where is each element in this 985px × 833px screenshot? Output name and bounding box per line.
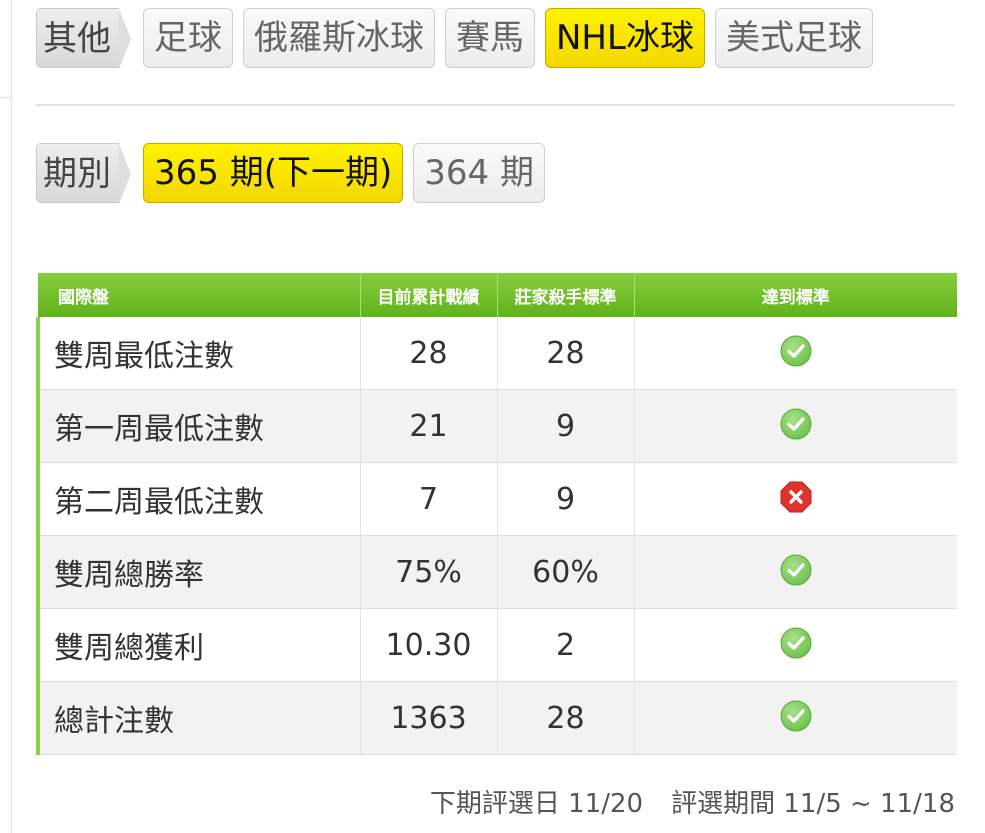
standard-value: 9 [497, 462, 635, 536]
footer-dates: 下期評選日 11/20 評選期間 11/5 ~ 11/18 [430, 783, 955, 820]
status-cell [634, 462, 957, 536]
period-tabs: 期別 365 期(下一期) 364 期 [36, 143, 545, 204]
stats-table: 國際盤 目前累計戰績 莊家殺手標準 達到標準 雙周最低注數 28 28 第一周最低注數… [36, 273, 957, 755]
row-label: 雙周總獲利 [36, 608, 361, 682]
standard-value: 28 [497, 681, 635, 755]
status-cell [634, 535, 957, 609]
period-tabs-label: 期別 [36, 143, 131, 204]
page-border [11, 0, 12, 833]
current-value: 7 [360, 462, 498, 536]
current-value: 1363 [360, 681, 498, 755]
row-label: 第二周最低注數 [36, 462, 361, 536]
divider [36, 104, 955, 106]
standard-value: 2 [497, 608, 635, 682]
header-current-record: 目前累計戰績 [360, 273, 498, 317]
tab-american-football[interactable]: 美式足球 [714, 8, 873, 68]
tab-soccer[interactable]: 足球 [143, 8, 233, 68]
row-label: 總計注數 [36, 681, 361, 755]
table-row: 第二周最低注數 7 9 [36, 462, 957, 536]
standard-value: 60% [497, 535, 635, 609]
status-cell [634, 317, 957, 390]
header-meets-standard: 達到標準 [634, 273, 957, 317]
table-row: 第一周最低注數 21 9 [36, 389, 957, 463]
table-row: 總計注數 1363 28 [36, 681, 957, 755]
table-row: 雙周總獲利 10.30 2 [36, 608, 957, 682]
sport-tabs: 其他 足球 俄羅斯冰球 賽馬 NHL冰球 美式足球 [36, 8, 873, 69]
header-banker-killer-standard: 莊家殺手標準 [497, 273, 635, 317]
table-row: 雙周總勝率 75% 60% [36, 535, 957, 609]
tab-nhl-hockey[interactable]: NHL冰球 [545, 8, 705, 68]
tab-period-365[interactable]: 365 期(下一期) [143, 143, 404, 203]
check-icon [780, 554, 812, 594]
current-value: 21 [360, 389, 498, 463]
check-icon [780, 700, 812, 740]
status-cell [634, 608, 957, 682]
current-value: 75% [360, 535, 498, 609]
row-label: 第一周最低注數 [36, 389, 361, 463]
table-header-row: 國際盤 目前累計戰績 莊家殺手標準 達到標準 [38, 273, 957, 317]
selection-period: 評選期間 11/5 ~ 11/18 [671, 789, 955, 819]
next-selection-date: 下期評選日 11/20 [429, 789, 644, 819]
current-value: 28 [360, 317, 498, 390]
status-cell [634, 389, 957, 463]
check-icon [780, 408, 812, 448]
cross-icon [780, 481, 812, 521]
page-border-tick [0, 97, 11, 98]
check-icon [780, 335, 812, 375]
standard-value: 9 [497, 389, 635, 463]
check-icon [780, 627, 812, 667]
status-cell [634, 681, 957, 755]
tab-period-364[interactable]: 364 期 [413, 143, 545, 203]
header-handicap: 國際盤 [38, 273, 361, 317]
tab-russian-hockey[interactable]: 俄羅斯冰球 [243, 8, 435, 68]
sport-tabs-label: 其他 [36, 8, 131, 69]
row-label: 雙周總勝率 [36, 535, 361, 609]
table-row: 雙周最低注數 28 28 [36, 317, 957, 390]
row-label: 雙周最低注數 [36, 317, 361, 390]
tab-horse-racing[interactable]: 賽馬 [445, 8, 535, 68]
standard-value: 28 [497, 317, 635, 390]
current-value: 10.30 [360, 608, 498, 682]
